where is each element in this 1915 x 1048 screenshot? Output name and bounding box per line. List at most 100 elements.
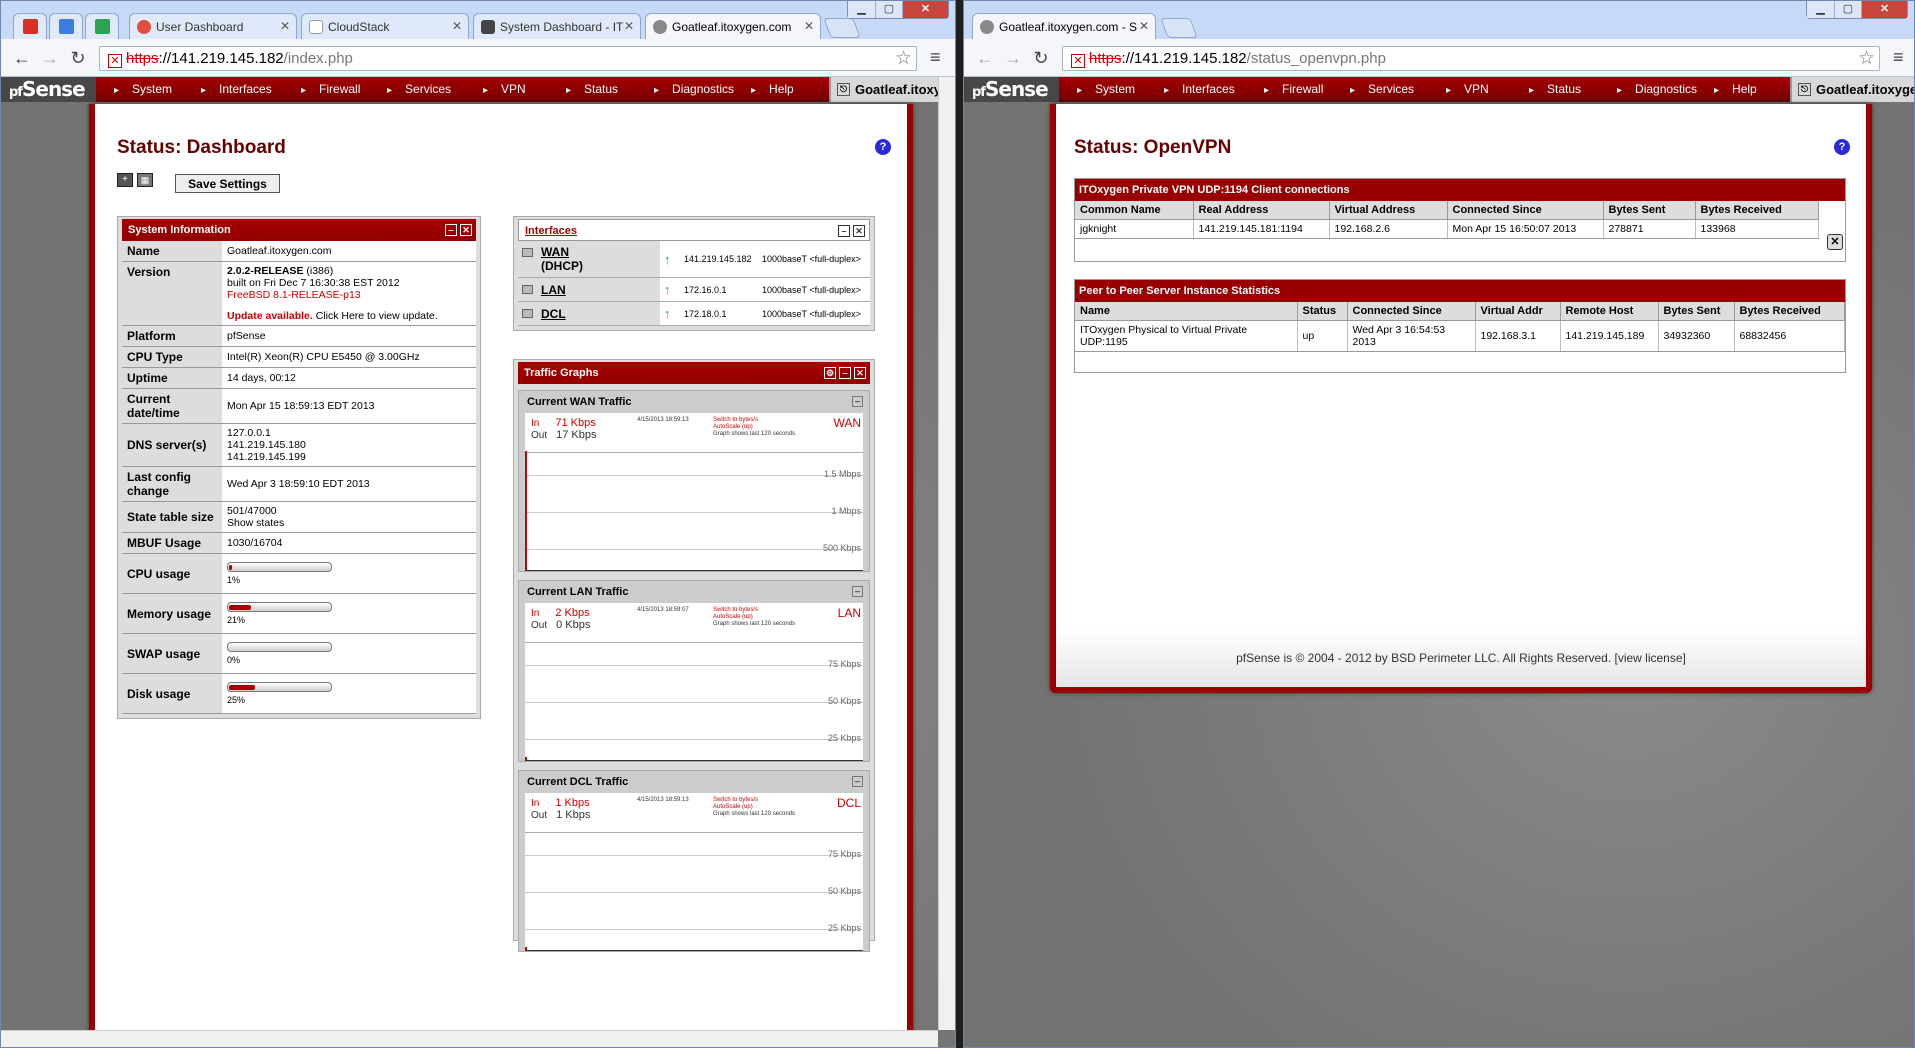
layout-icon[interactable]: ▦	[137, 173, 153, 187]
minimize-graph-icon[interactable]: –	[852, 776, 863, 787]
close-window-button[interactable]: ✕	[1861, 1, 1907, 18]
vertical-scrollbar[interactable]	[938, 77, 955, 1030]
minimize-button[interactable]: ▁	[848, 1, 875, 18]
pinned-tab-calendar[interactable]	[49, 13, 83, 39]
graph-baseline	[525, 570, 863, 571]
nav-services[interactable]: Services	[387, 82, 451, 96]
close-tab-icon[interactable]: ✕	[280, 19, 290, 33]
tab-goatleaf[interactable]: Goatleaf.itoxygen.com ✕	[645, 13, 821, 39]
switch-scale-link[interactable]: Switch to bytes/s	[713, 797, 758, 804]
pinned-tab-gmail[interactable]	[13, 13, 47, 39]
nav-services[interactable]: Services	[1350, 82, 1414, 96]
hostname-box[interactable]: ⎋ Goatleaf.itoxygen.com	[1790, 77, 1914, 102]
nav-firewall[interactable]: Firewall	[301, 82, 360, 96]
reload-icon[interactable]: ↻	[67, 47, 89, 69]
close-widget-icon[interactable]: ✕	[854, 367, 866, 379]
help-icon[interactable]: ?	[875, 139, 891, 155]
close-tab-icon[interactable]: ✕	[452, 19, 462, 33]
minimize-graph-icon[interactable]: –	[852, 586, 863, 597]
interfaces-title-link[interactable]: Interfaces	[525, 225, 577, 237]
wrench-icon[interactable]: ⚙	[824, 367, 836, 379]
pfsense-logo[interactable]: pfSense	[964, 77, 1059, 102]
logo-text: Sense	[984, 77, 1049, 101]
minimize-widget-icon[interactable]: –	[838, 225, 850, 237]
nav-help[interactable]: Help	[1714, 82, 1757, 96]
nav-system[interactable]: System	[114, 82, 172, 96]
minimize-widget-icon[interactable]: –	[839, 367, 851, 379]
browser-toolbar: ← → ↻ ✕ https://141.219.145.182/index.php…	[1, 39, 955, 77]
nav-status[interactable]: Status	[1529, 82, 1581, 96]
minimize-graph-icon[interactable]: –	[852, 396, 863, 407]
nav-diagnostics[interactable]: Diagnostics	[654, 82, 734, 96]
show-states-link[interactable]: Show states	[227, 517, 471, 529]
tab-user-dashboard[interactable]: User Dashboard ✕	[129, 13, 297, 39]
logo-mark: pf	[972, 85, 986, 100]
close-tab-icon[interactable]: ✕	[624, 19, 634, 33]
p2p-statistics-table: Name Status Connected Since Virtual Addr…	[1075, 302, 1845, 352]
autoscale-link[interactable]: AutoScale (up)	[713, 804, 753, 811]
widget-title-text: Traffic Graphs	[524, 367, 599, 379]
reload-icon[interactable]: ↻	[1030, 47, 1052, 69]
pfsense-logo[interactable]: pfSense	[1, 77, 96, 102]
back-arrow-icon[interactable]: ←	[11, 47, 33, 69]
cell-connected-since: Wed Apr 3 16:54:53 2013	[1347, 320, 1476, 352]
table-row: Uptime 14 days, 00:12	[122, 367, 476, 389]
nav-vpn[interactable]: VPN	[1446, 82, 1489, 96]
nav-help[interactable]: Help	[751, 82, 794, 96]
tab-favicon	[309, 20, 323, 34]
nav-status[interactable]: Status	[566, 82, 618, 96]
nav-interfaces[interactable]: Interfaces	[1164, 82, 1235, 96]
close-widget-icon[interactable]: ✕	[853, 225, 865, 237]
add-widget-icon[interactable]: +	[117, 173, 133, 187]
forward-arrow-icon[interactable]: →	[39, 47, 61, 69]
view-license-link[interactable]: view license	[1618, 651, 1683, 665]
hostname-box[interactable]: ⎋ Goatleaf.itoxygen.com	[829, 77, 939, 102]
switch-scale-link[interactable]: Switch to bytes/s	[713, 417, 758, 424]
horizontal-scrollbar[interactable]	[1, 1030, 938, 1047]
traffic-graph-panel: Current LAN Traffic – In 2 Kbps Out 0 Kbps 4/1…	[518, 580, 870, 762]
tab-cloudstack[interactable]: CloudStack ✕	[301, 13, 469, 39]
forward-arrow-icon[interactable]: →	[1002, 47, 1024, 69]
minimize-widget-icon[interactable]: –	[445, 224, 457, 236]
maximize-button[interactable]: ▢	[1834, 1, 1861, 18]
new-tab-button[interactable]	[1160, 18, 1198, 38]
row-value: 1030/16704	[222, 532, 476, 554]
address-bar[interactable]: ✕ https://141.219.145.182/index.php	[99, 46, 917, 71]
minimize-button[interactable]: ▁	[1807, 1, 1834, 18]
tab-favicon	[980, 20, 994, 34]
nav-system[interactable]: System	[1077, 82, 1135, 96]
close-widget-icon[interactable]: ✕	[460, 224, 472, 236]
save-settings-button[interactable]: Save Settings	[175, 174, 280, 193]
help-icon[interactable]: ?	[1834, 139, 1850, 155]
traffic-graph: In 2 Kbps Out 0 Kbps 4/15/2013 18:59:07 Switc…	[525, 603, 863, 761]
hostname-text: Goatleaf.itoxygen.com	[1816, 82, 1914, 97]
back-arrow-icon[interactable]: ←	[974, 47, 996, 69]
iface-link[interactable]: DCL	[541, 307, 566, 321]
autoscale-link[interactable]: AutoScale (up)	[713, 614, 753, 621]
tab-goatleaf-openvpn[interactable]: Goatleaf.itoxygen.com - S ✕	[972, 13, 1156, 39]
switch-scale-link[interactable]: Switch to bytes/s	[713, 607, 758, 614]
close-tab-icon[interactable]: ✕	[804, 19, 814, 33]
kill-connection-icon[interactable]: ✕	[1827, 234, 1843, 250]
nav-vpn[interactable]: VPN	[483, 82, 526, 96]
table-row: DNS server(s) 127.0.0.1 141.219.145.180 14…	[122, 423, 476, 467]
bookmark-star-icon[interactable]: ☆	[895, 47, 912, 70]
autoscale-link[interactable]: AutoScale (up)	[713, 424, 753, 431]
maximize-button[interactable]: ▢	[875, 1, 902, 18]
chrome-menu-icon[interactable]: ≡	[1893, 48, 1909, 66]
iface-link[interactable]: LAN	[541, 283, 566, 297]
new-tab-button[interactable]	[823, 18, 861, 38]
pinned-tab-drive[interactable]	[85, 13, 119, 39]
close-tab-icon[interactable]: ✕	[1139, 19, 1149, 33]
nav-diagnostics[interactable]: Diagnostics	[1617, 82, 1697, 96]
update-link[interactable]: Click Here to view update.	[313, 310, 438, 322]
tab-label: User Dashboard	[156, 20, 244, 34]
tab-system-dashboard[interactable]: System Dashboard - IT ✕	[473, 13, 641, 39]
nav-interfaces[interactable]: Interfaces	[201, 82, 272, 96]
iface-link[interactable]: WAN	[541, 245, 569, 259]
close-window-button[interactable]: ✕	[902, 1, 948, 18]
chrome-menu-icon[interactable]: ≡	[930, 48, 946, 66]
bookmark-star-icon[interactable]: ☆	[1858, 47, 1875, 70]
address-bar[interactable]: ✕ https://141.219.145.182/status_openvpn.…	[1062, 46, 1880, 71]
nav-firewall[interactable]: Firewall	[1264, 82, 1323, 96]
